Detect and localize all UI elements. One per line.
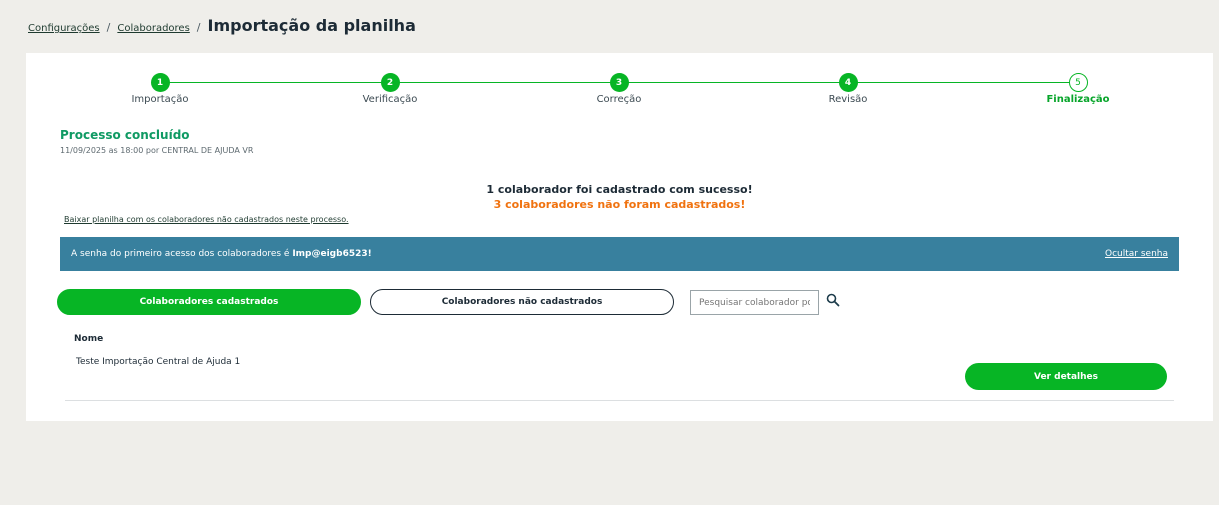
step-finalizacao: 5 Finalização [1023, 73, 1133, 105]
step-revisao: 4 Revisão [793, 73, 903, 105]
view-details-button[interactable]: Ver detalhes [965, 363, 1167, 390]
step-number-badge: 3 [609, 73, 629, 92]
step-number-badge: 2 [380, 73, 400, 92]
step-label: Importação [131, 94, 189, 105]
password-prefix: A senha do primeiro acesso dos colaborad… [71, 249, 293, 259]
import-summary: 1 colaborador foi cadastrado com sucesso… [26, 183, 1213, 211]
step-number-badge: 5 [1068, 73, 1088, 92]
failure-message: 3 colaboradores não foram cadastrados! [493, 198, 746, 211]
import-card: 1 Importação 2 Verificação 3 Correção 4 … [26, 53, 1213, 421]
breadcrumb-configuracoes-link[interactable]: Configurações [28, 23, 100, 34]
table-row-name: Teste Importação Central de Ajuda 1 [76, 357, 241, 367]
password-text: A senha do primeiro acesso dos colaborad… [71, 249, 372, 259]
search-icon[interactable] [826, 293, 840, 307]
breadcrumb-separator: / [106, 21, 111, 34]
tab-not-registered[interactable]: Colaboradores não cadastrados [370, 289, 674, 315]
process-meta: 11/09/2025 as 18:00 por CENTRAL DE AJUDA… [60, 146, 254, 155]
progress-stepper: 1 Importação 2 Verificação 3 Correção 4 … [26, 73, 1213, 113]
search-input[interactable] [690, 290, 819, 315]
download-failed-sheet-link[interactable]: Baixar planilha com os colaboradores não… [64, 215, 349, 224]
step-label: Correção [596, 94, 642, 105]
process-title: Processo concluído [60, 128, 190, 142]
step-label: Revisão [828, 94, 868, 105]
column-header-name: Nome [74, 334, 104, 344]
step-number-badge: 4 [838, 73, 858, 92]
hide-password-link[interactable]: Ocultar senha [1105, 249, 1168, 259]
page-title: Importação da planilha [207, 16, 416, 35]
step-label: Verificação [362, 94, 418, 105]
breadcrumb-colaboradores-link[interactable]: Colaboradores [117, 23, 189, 34]
row-divider [65, 400, 1174, 401]
step-importacao: 1 Importação [105, 73, 215, 105]
password-banner: A senha do primeiro acesso dos colaborad… [60, 237, 1179, 271]
tab-registered[interactable]: Colaboradores cadastrados [57, 289, 361, 315]
breadcrumb: Configurações / Colaboradores / Importaç… [28, 16, 416, 38]
password-value: Imp@eigb6523! [292, 249, 372, 259]
step-correcao: 3 Correção [564, 73, 674, 105]
step-verificacao: 2 Verificação [335, 73, 445, 105]
step-number-badge: 1 [150, 73, 170, 92]
employee-tabs: Colaboradores cadastrados Colaboradores … [57, 289, 674, 315]
breadcrumb-separator: / [196, 21, 201, 34]
step-label: Finalização [1046, 94, 1110, 105]
success-message: 1 colaborador foi cadastrado com sucesso… [486, 183, 753, 196]
